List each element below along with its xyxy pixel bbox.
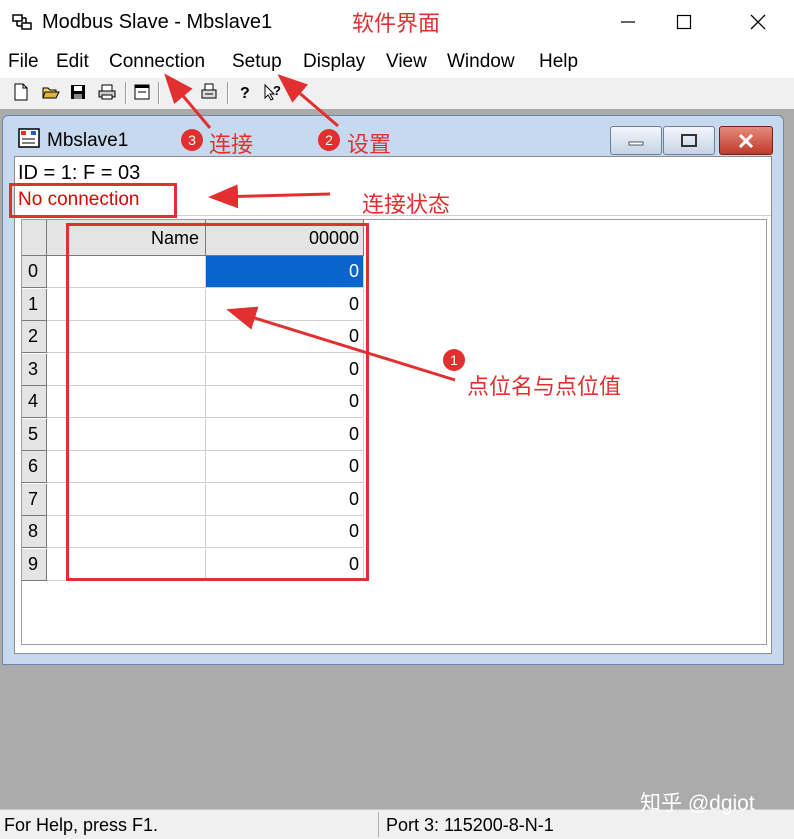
annotation-arrows: [164, 73, 456, 382]
arrow-to-points: [226, 306, 456, 382]
arrow-to-connection-status: [208, 184, 331, 209]
arrow-to-connection-menu: [164, 73, 212, 129]
arrow-to-setup-menu: [277, 74, 339, 128]
